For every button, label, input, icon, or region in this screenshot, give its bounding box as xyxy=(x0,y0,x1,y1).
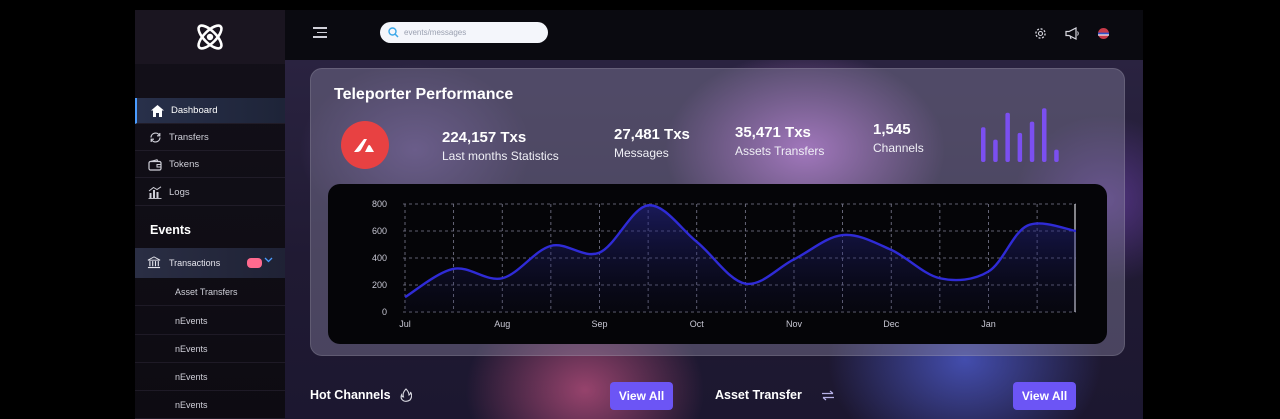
mini-bar xyxy=(1054,149,1059,162)
chevron-down-icon[interactable] xyxy=(264,255,273,265)
y-tick-label: 600 xyxy=(372,226,387,236)
search-bar[interactable] xyxy=(380,22,548,43)
stat-asset-transfers: 35,471 Txs Assets Transfers xyxy=(735,124,824,158)
stat-label: Channels xyxy=(873,141,924,155)
sidebar-item-tokens[interactable]: Tokens xyxy=(135,152,285,178)
stat-messages: 27,481 Txs Messages xyxy=(614,126,690,160)
refresh-icon xyxy=(148,131,162,145)
megaphone-icon[interactable] xyxy=(1064,25,1080,41)
search-icon xyxy=(388,27,399,38)
hot-channels-heading: Hot Channels xyxy=(310,388,412,402)
mini-bar xyxy=(993,139,998,162)
sidebar-subitem-nevents[interactable]: nEvents xyxy=(135,363,285,391)
sidebar-subitem-nevents[interactable]: nEvents xyxy=(135,391,285,419)
sidebar-item-label: Transactions xyxy=(169,258,221,268)
view-all-hot-channels-button[interactable]: View All xyxy=(610,382,673,410)
main-content: Teleporter Performance 224,157 Txs Last … xyxy=(285,60,1143,419)
x-tick-label: Sep xyxy=(591,319,607,329)
sidebar-item-label: Tokens xyxy=(169,159,200,170)
asset-transfer-heading: Asset Transfer xyxy=(715,388,835,402)
x-tick-label: Dec xyxy=(883,319,900,329)
sidebar-item-label: Logs xyxy=(169,187,190,198)
stat-channels: 1,545 Channels xyxy=(873,121,924,155)
asset-transfer-title: Asset Transfer xyxy=(715,388,802,402)
mini-bar xyxy=(981,127,986,162)
stat-value: 27,481 Txs xyxy=(614,126,690,143)
y-tick-label: 800 xyxy=(372,199,387,209)
sidebar-item-label: Dashboard xyxy=(171,105,218,116)
sidebar-subitem-asset-transfers[interactable]: Asset Transfers xyxy=(135,278,285,306)
performance-card: Teleporter Performance 224,157 Txs Last … xyxy=(310,68,1125,356)
y-tick-label: 400 xyxy=(372,253,387,263)
mini-bar xyxy=(1029,121,1035,162)
sidebar-subitem-nevents[interactable]: nEvents xyxy=(135,335,285,363)
app-window: Dashboard Transfers Tokens Logs Events T… xyxy=(135,10,1143,419)
wallet-icon xyxy=(148,158,162,172)
y-tick-label: 200 xyxy=(372,280,387,290)
mini-bar xyxy=(1042,108,1047,162)
mini-bar-chart xyxy=(981,108,1059,162)
x-tick-label: Jan xyxy=(981,319,996,329)
sidebar: Dashboard Transfers Tokens Logs Events T… xyxy=(135,10,285,419)
sidebar-item-label: Transfers xyxy=(169,132,209,143)
atom-logo-icon xyxy=(197,24,223,50)
sidebar-item-dashboard[interactable]: Dashboard xyxy=(135,98,285,124)
bar-chart-icon xyxy=(148,186,162,200)
transactions-toggle[interactable] xyxy=(247,258,262,268)
hot-channels-title: Hot Channels xyxy=(310,388,391,402)
menu-icon[interactable] xyxy=(313,27,327,39)
stat-label: Assets Transfers xyxy=(735,144,825,158)
flame-icon xyxy=(400,388,412,402)
events-section-title: Events xyxy=(150,223,191,237)
stat-label: Messages xyxy=(614,146,669,160)
sidebar-subitem-nevents[interactable]: nEvents xyxy=(135,307,285,335)
stat-value: 224,157 Txs xyxy=(442,129,527,146)
sidebar-item-transactions[interactable]: Transactions xyxy=(135,248,285,278)
search-input[interactable] xyxy=(404,28,544,37)
x-tick-label: Nov xyxy=(786,319,803,329)
sidebar-item-transfers[interactable]: Transfers xyxy=(135,125,285,151)
stat-value: 1,545 xyxy=(873,121,911,138)
x-tick-label: Aug xyxy=(494,319,510,329)
card-title: Teleporter Performance xyxy=(334,86,514,103)
x-tick-label: Oct xyxy=(690,319,705,329)
bank-icon xyxy=(147,256,161,270)
line-chart-panel: 0 200 400 600 800 Jul Aug Sep Oct Nov Dec Jan xyxy=(328,184,1107,344)
sidebar-item-logs[interactable]: Logs xyxy=(135,180,285,206)
area-fill xyxy=(405,205,1076,312)
logo[interactable] xyxy=(135,10,285,64)
home-icon xyxy=(150,104,164,118)
line-chart: 0 200 400 600 800 Jul Aug Sep Oct Nov Dec Jan xyxy=(372,199,1077,329)
avalanche-logo-icon xyxy=(341,121,389,169)
mini-bar xyxy=(1005,112,1010,162)
stat-total-txs: 224,157 Txs Last months Statistics xyxy=(442,129,559,163)
mini-bar xyxy=(1017,132,1023,162)
stat-value: 35,471 Txs xyxy=(735,124,811,141)
language-icon[interactable] xyxy=(1095,25,1111,41)
top-bar xyxy=(285,10,1143,60)
x-tick-label: Jul xyxy=(399,319,411,329)
view-all-asset-transfer-button[interactable]: View All xyxy=(1013,382,1076,410)
gear-icon[interactable] xyxy=(1032,25,1048,41)
swap-arrows-icon xyxy=(821,390,834,400)
y-tick-label: 0 xyxy=(382,307,387,317)
stat-label: Last months Statistics xyxy=(442,149,559,163)
